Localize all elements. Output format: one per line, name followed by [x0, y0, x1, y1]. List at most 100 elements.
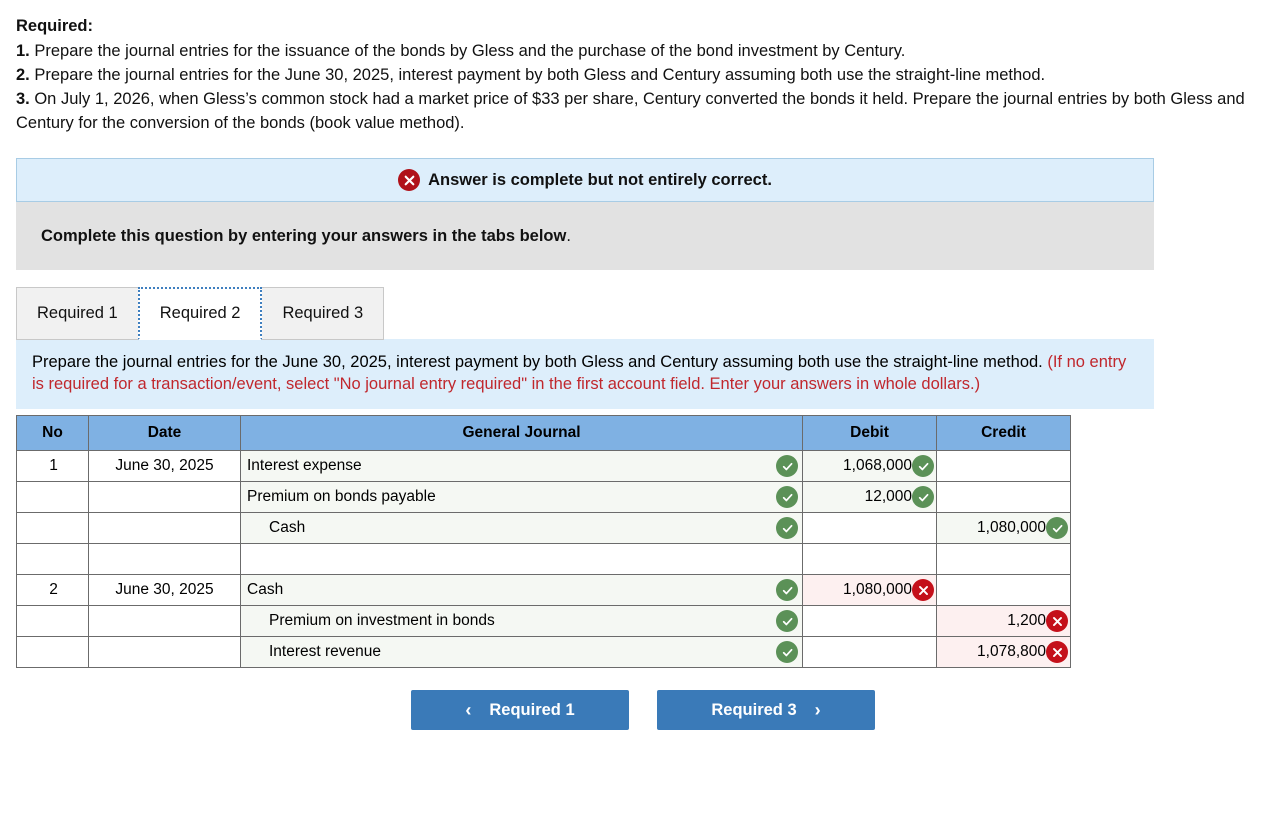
- check-circle-icon: [776, 486, 798, 508]
- check-circle-icon: [776, 517, 798, 539]
- previous-requirement-button[interactable]: ‹ Required 1: [411, 690, 629, 730]
- required-heading: Required:: [16, 17, 94, 35]
- tab-required-1-label: Required 1: [37, 304, 118, 322]
- general-journal-table: No Date General Journal Debit Credit 1 Ju…: [16, 415, 1071, 668]
- cell-debit[interactable]: 1,068,000: [802, 450, 937, 482]
- cell-credit[interactable]: [936, 574, 1071, 606]
- required-item-1-text: Prepare the journal entries for the issu…: [29, 42, 906, 60]
- row-number: 2: [49, 581, 58, 598]
- account-name: Interest revenue: [269, 643, 382, 660]
- complete-question-text: Complete this question by entering your …: [41, 226, 567, 245]
- cell-date: [88, 481, 241, 513]
- cell-credit[interactable]: [936, 450, 1071, 482]
- column-header-credit: Credit: [936, 415, 1071, 451]
- cell-credit[interactable]: 1,080,000: [936, 512, 1071, 544]
- complete-question-period: .: [566, 226, 571, 245]
- tab-required-2[interactable]: Required 2: [137, 287, 263, 340]
- table-row: Interest revenue 1,078,800: [16, 636, 1071, 668]
- debit-value: 1,080,000: [843, 581, 912, 598]
- requirement-navigation: ‹ Required 1 Required 3 ›: [16, 690, 1258, 730]
- credit-value: 1,080,000: [977, 519, 1046, 536]
- account-name: Interest expense: [247, 457, 362, 474]
- account-name: Cash: [247, 581, 284, 598]
- table-row: Cash 1,080,000: [16, 512, 1071, 544]
- cell-no: [16, 605, 89, 637]
- account-name: Premium on bonds payable: [247, 488, 436, 505]
- cell-no: [16, 543, 89, 575]
- column-header-date: Date: [88, 415, 241, 451]
- cell-credit[interactable]: [936, 481, 1071, 513]
- column-header-no: No: [16, 415, 89, 451]
- cell-credit[interactable]: 1,078,800: [936, 636, 1071, 668]
- chevron-left-icon: ‹: [465, 700, 472, 720]
- required-item-3-number: 3.: [16, 90, 30, 108]
- check-circle-icon: [776, 641, 798, 663]
- cell-debit[interactable]: 1,080,000: [802, 574, 937, 606]
- column-header-general-journal: General Journal: [240, 415, 803, 451]
- cell-debit[interactable]: [802, 512, 937, 544]
- required-item-3-text: On July 1, 2026, when Gless’s common sto…: [16, 90, 1245, 132]
- check-circle-icon: [776, 455, 798, 477]
- credit-value: 1,078,800: [977, 643, 1046, 660]
- requirement-tabs: Required 1 Required 2 Required 3: [16, 287, 1258, 340]
- cell-date: [88, 605, 241, 637]
- cell-date: [88, 512, 241, 544]
- answer-status-banner: Answer is complete but not entirely corr…: [16, 158, 1154, 202]
- debit-value: 12,000: [864, 488, 912, 505]
- required-item-1-number: 1.: [16, 42, 30, 60]
- cell-credit[interactable]: 1,200: [936, 605, 1071, 637]
- journal-rows: 1 June 30, 2025 Interest expense 1,068,000 P…: [16, 450, 1071, 668]
- cell-debit[interactable]: [802, 605, 937, 637]
- cell-date: [88, 543, 241, 575]
- tab-required-3-label: Required 3: [282, 304, 364, 322]
- cell-debit[interactable]: [802, 636, 937, 668]
- cell-no: [16, 636, 89, 668]
- cell-date: June 30, 2025: [88, 574, 241, 606]
- complete-question-banner: Complete this question by entering your …: [16, 202, 1154, 270]
- check-circle-icon: [776, 579, 798, 601]
- cell-debit[interactable]: [802, 543, 937, 575]
- check-circle-icon: [912, 486, 934, 508]
- account-name: Premium on investment in bonds: [269, 612, 495, 629]
- next-requirement-label: Required 3: [711, 700, 797, 719]
- next-requirement-button[interactable]: Required 3 ›: [657, 690, 875, 730]
- cell-account[interactable]: Cash: [240, 574, 803, 606]
- x-circle-icon: [912, 579, 934, 601]
- cell-account[interactable]: Interest expense: [240, 450, 803, 482]
- table-row: 2 June 30, 2025 Cash 1,080,000: [16, 574, 1071, 606]
- cell-account[interactable]: Interest revenue: [240, 636, 803, 668]
- check-circle-icon: [776, 610, 798, 632]
- required-item-2-number: 2.: [16, 66, 30, 84]
- cell-no: 1: [16, 450, 89, 482]
- cell-no: 2: [16, 574, 89, 606]
- cell-account[interactable]: Cash: [240, 512, 803, 544]
- cell-account[interactable]: Premium on investment in bonds: [240, 605, 803, 637]
- column-header-debit: Debit: [802, 415, 937, 451]
- x-circle-icon: [1046, 641, 1068, 663]
- cell-account[interactable]: [240, 543, 803, 575]
- required-intro: Required: 1. Prepare the journal entries…: [0, 0, 1274, 135]
- x-circle-icon: [1046, 610, 1068, 632]
- cell-credit[interactable]: [936, 543, 1071, 575]
- credit-value: 1,200: [1007, 612, 1046, 629]
- debit-value: 1,068,000: [843, 457, 912, 474]
- tab-required-1[interactable]: Required 1: [16, 287, 139, 340]
- table-row: Premium on bonds payable 12,000: [16, 481, 1071, 513]
- row-date: June 30, 2025: [115, 457, 214, 474]
- cell-date: June 30, 2025: [88, 450, 241, 482]
- tab-required-3[interactable]: Required 3: [261, 287, 385, 340]
- required-item-1: 1. Prepare the journal entries for the i…: [16, 39, 1258, 63]
- cell-debit[interactable]: 12,000: [802, 481, 937, 513]
- account-name: Cash: [269, 519, 306, 536]
- table-row: 1 June 30, 2025 Interest expense 1,068,000: [16, 450, 1071, 482]
- chevron-right-icon: ›: [814, 700, 821, 720]
- table-header-row: No Date General Journal Debit Credit: [16, 415, 1071, 451]
- table-row: [16, 543, 1071, 575]
- row-number: 1: [49, 457, 58, 474]
- required-item-3: 3. On July 1, 2026, when Gless’s common …: [16, 87, 1258, 135]
- tab-required-2-label: Required 2: [159, 304, 241, 322]
- cell-account[interactable]: Premium on bonds payable: [240, 481, 803, 513]
- x-circle-icon: [398, 169, 421, 191]
- instruction-text: Prepare the journal entries for the June…: [32, 353, 1048, 371]
- table-row: Premium on investment in bonds 1,200: [16, 605, 1071, 637]
